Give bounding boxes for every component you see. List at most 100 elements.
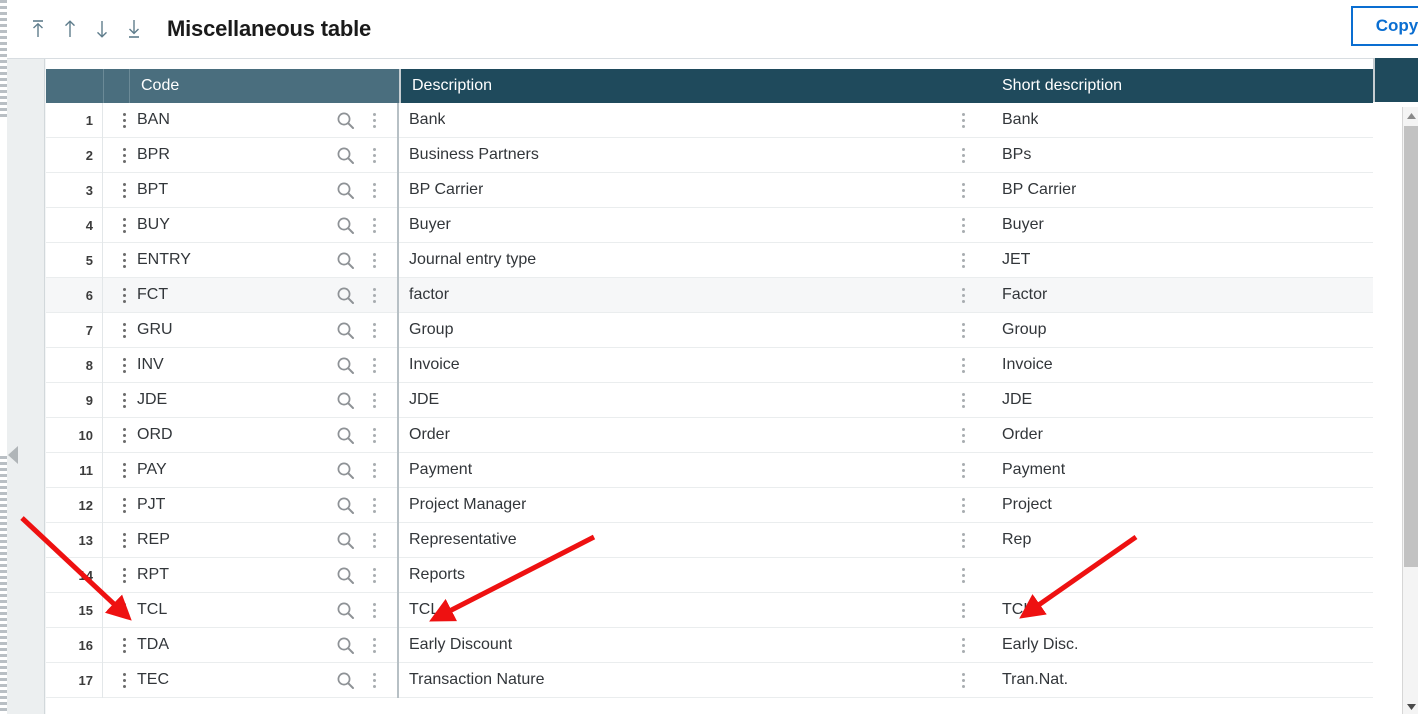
code-cell-menu-icon[interactable]	[365, 663, 383, 698]
cell-code[interactable]: BPT	[103, 172, 399, 208]
cell-code[interactable]: BPR	[103, 137, 399, 173]
triangle-up-icon[interactable]	[1403, 107, 1418, 124]
description-cell-menu-icon[interactable]	[954, 663, 972, 698]
code-row-menu-icon[interactable]	[115, 278, 133, 313]
cell-short-description[interactable]: Payment	[992, 453, 1418, 488]
cell-short-description[interactable]: Factor	[992, 278, 1418, 313]
header-description[interactable]: Description	[399, 69, 991, 103]
cell-description[interactable]: Journal entry type	[399, 243, 992, 278]
cell-code[interactable]: REP	[103, 522, 399, 558]
go-to-last-icon[interactable]	[123, 15, 145, 43]
cell-description[interactable]: Transaction Nature	[399, 663, 992, 698]
cell-description[interactable]: Early Discount	[399, 628, 992, 663]
copy-button[interactable]: Copy	[1351, 6, 1418, 46]
cell-short-description[interactable]: Group	[992, 313, 1418, 348]
description-cell-menu-icon[interactable]	[954, 138, 972, 173]
cell-code[interactable]: BAN	[103, 103, 399, 138]
value-help-search-icon[interactable]	[336, 286, 355, 305]
code-row-menu-icon[interactable]	[115, 103, 133, 138]
value-help-search-icon[interactable]	[336, 566, 355, 585]
cell-code[interactable]: TDA	[103, 627, 399, 663]
code-row-menu-icon[interactable]	[115, 663, 133, 698]
description-cell-menu-icon[interactable]	[954, 383, 972, 418]
cell-short-description[interactable]: BPs	[992, 138, 1418, 173]
table-row[interactable]: 8 INV Invoice Invoice	[46, 347, 1418, 383]
cell-description[interactable]: Group	[399, 313, 992, 348]
cell-description[interactable]: BP Carrier	[399, 173, 992, 208]
table-row[interactable]: 4 BUY Buyer Buyer	[46, 207, 1418, 243]
cell-short-description[interactable]: Rep	[992, 523, 1418, 558]
go-to-first-icon[interactable]	[27, 15, 49, 43]
table-row[interactable]: 2 BPR Business Partners BPs	[46, 137, 1418, 173]
cell-code[interactable]: TEC	[103, 662, 399, 698]
cell-code[interactable]: PAY	[103, 452, 399, 488]
cell-description[interactable]: JDE	[399, 383, 992, 418]
cell-short-description[interactable]: JDE	[992, 383, 1418, 418]
value-help-search-icon[interactable]	[336, 251, 355, 270]
cell-short-description[interactable]: Order	[992, 418, 1418, 453]
code-cell-menu-icon[interactable]	[365, 138, 383, 173]
cell-short-description[interactable]: Early Disc.	[992, 628, 1418, 663]
cell-short-description[interactable]: JET	[992, 243, 1418, 278]
code-cell-menu-icon[interactable]	[365, 173, 383, 208]
triangle-down-icon[interactable]	[1403, 698, 1418, 714]
code-row-menu-icon[interactable]	[115, 593, 133, 628]
code-row-menu-icon[interactable]	[115, 558, 133, 593]
code-cell-menu-icon[interactable]	[365, 278, 383, 313]
code-row-menu-icon[interactable]	[115, 173, 133, 208]
table-row[interactable]: 10 ORD Order Order	[46, 417, 1418, 453]
value-help-search-icon[interactable]	[336, 321, 355, 340]
code-cell-menu-icon[interactable]	[365, 103, 383, 138]
code-row-menu-icon[interactable]	[115, 488, 133, 523]
code-row-menu-icon[interactable]	[115, 383, 133, 418]
value-help-search-icon[interactable]	[336, 111, 355, 130]
header-code[interactable]: Code	[129, 69, 399, 103]
description-cell-menu-icon[interactable]	[954, 523, 972, 558]
table-row[interactable]: 12 PJT Project Manager Project	[46, 487, 1418, 523]
go-down-icon[interactable]	[91, 15, 113, 43]
code-cell-menu-icon[interactable]	[365, 348, 383, 383]
code-row-menu-icon[interactable]	[115, 348, 133, 383]
table-row[interactable]: 11 PAY Payment Payment	[46, 452, 1418, 488]
cell-code[interactable]: INV	[103, 347, 399, 383]
table-row[interactable]: 13 REP Representative Rep	[46, 522, 1418, 558]
value-help-search-icon[interactable]	[336, 636, 355, 655]
cell-short-description[interactable]: BP Carrier	[992, 173, 1418, 208]
header-short-description[interactable]: Short description	[991, 69, 1395, 103]
description-cell-menu-icon[interactable]	[954, 243, 972, 278]
code-row-menu-icon[interactable]	[115, 453, 133, 488]
description-cell-menu-icon[interactable]	[954, 558, 972, 593]
code-cell-menu-icon[interactable]	[365, 523, 383, 558]
cell-code[interactable]: RPT	[103, 557, 399, 593]
code-row-menu-icon[interactable]	[115, 628, 133, 663]
cell-code[interactable]: PJT	[103, 487, 399, 523]
code-cell-menu-icon[interactable]	[365, 593, 383, 628]
table-row[interactable]: 7 GRU Group Group	[46, 312, 1418, 348]
description-cell-menu-icon[interactable]	[954, 348, 972, 383]
cell-description[interactable]: Invoice	[399, 348, 992, 383]
scrollbar-thumb[interactable]	[1404, 126, 1418, 567]
code-row-menu-icon[interactable]	[115, 243, 133, 278]
value-help-search-icon[interactable]	[336, 671, 355, 690]
table-row[interactable]: 9 JDE JDE JDE	[46, 382, 1418, 418]
table-row[interactable]: 3 BPT BP Carrier BP Carrier	[46, 172, 1418, 208]
cell-code[interactable]: ENTRY	[103, 242, 399, 278]
cell-description[interactable]: Payment	[399, 453, 992, 488]
cell-short-description[interactable]: TCL	[992, 593, 1418, 628]
code-cell-menu-icon[interactable]	[365, 208, 383, 243]
value-help-search-icon[interactable]	[336, 146, 355, 165]
code-cell-menu-icon[interactable]	[365, 558, 383, 593]
vertical-scrollbar[interactable]	[1402, 107, 1418, 714]
table-row[interactable]: 5 ENTRY Journal entry type JET	[46, 242, 1418, 278]
table-row[interactable]: 1 BAN Bank Bank	[46, 103, 1418, 138]
cell-short-description[interactable]: Tran.Nat.	[992, 663, 1418, 698]
description-cell-menu-icon[interactable]	[954, 103, 972, 138]
cell-code[interactable]: FCT	[103, 277, 399, 313]
table-row[interactable]: 16 TDA Early Discount Early Disc.	[46, 627, 1418, 663]
value-help-search-icon[interactable]	[336, 426, 355, 445]
code-cell-menu-icon[interactable]	[365, 418, 383, 453]
description-cell-menu-icon[interactable]	[954, 488, 972, 523]
cell-code[interactable]: GRU	[103, 312, 399, 348]
value-help-search-icon[interactable]	[336, 181, 355, 200]
cell-description[interactable]: Bank	[399, 103, 992, 138]
